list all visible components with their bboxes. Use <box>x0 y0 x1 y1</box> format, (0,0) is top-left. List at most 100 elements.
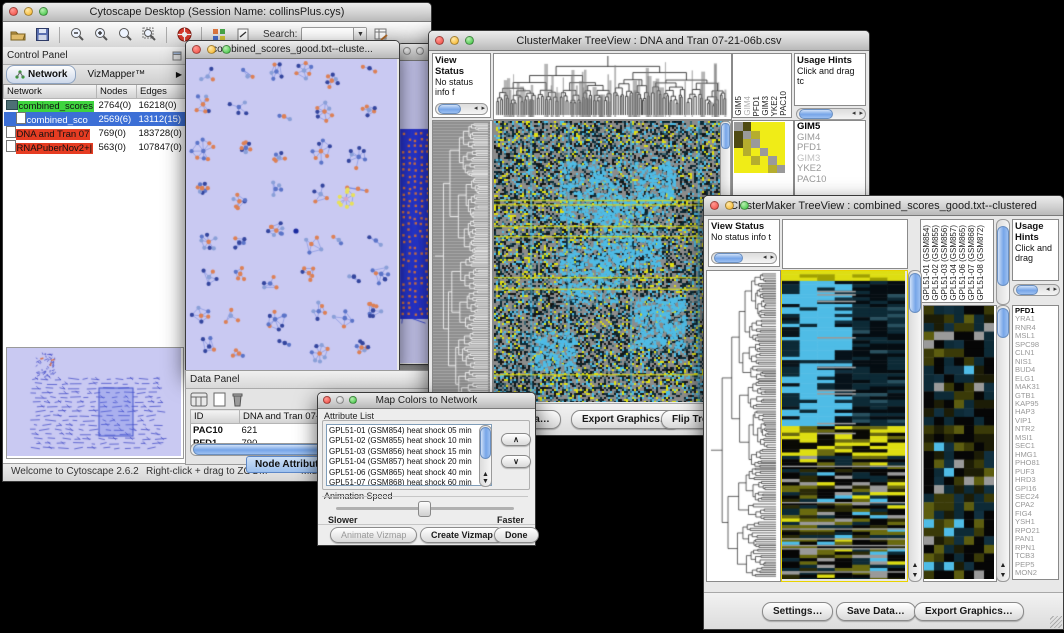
zoom-button[interactable] <box>740 201 749 210</box>
gene-label[interactable]: GIM5 <box>797 122 863 133</box>
network-row[interactable]: DNA and Tran 07769(0)183728(0) <box>4 126 186 140</box>
attribute-item[interactable]: GPL51-02 (GSM855) heat shock 10 min <box>329 436 489 446</box>
matrix-cell <box>777 122 786 131</box>
create-vizmap-button[interactable]: Create Vizmap <box>420 527 504 543</box>
animation-speed-slider-thumb[interactable] <box>418 501 431 517</box>
minimize-button[interactable] <box>416 47 424 55</box>
new-attribute-icon[interactable] <box>213 392 226 407</box>
zoom-button[interactable] <box>349 396 357 404</box>
close-button[interactable] <box>192 45 201 54</box>
zoom-button[interactable] <box>39 7 48 16</box>
minimize-button[interactable] <box>725 201 734 210</box>
animate-vizmap-button[interactable]: Animate Vizmap <box>330 527 417 543</box>
main-titlebar[interactable]: Cytoscape Desktop (Session Name: collins… <box>3 3 431 22</box>
export-graphics-button[interactable]: Export Graphics… <box>914 602 1024 621</box>
network-view-window: combined_scores_good.txt--cluste... <box>185 40 400 372</box>
matrix-cell <box>751 122 760 131</box>
zoom-in-icon[interactable] <box>91 26 111 44</box>
column-label: GPL51-04 (GSM857) <box>949 225 958 301</box>
matrix-cell <box>751 139 760 148</box>
network-name: combined_scores <box>18 101 94 112</box>
network-overview-panel[interactable] <box>6 347 184 459</box>
minimize-button[interactable] <box>336 396 344 404</box>
move-up-button[interactable]: ∧ <box>501 433 531 446</box>
matrix-cell <box>768 139 777 148</box>
gene-label[interactable]: MON2 <box>1015 569 1056 577</box>
heatmap-main[interactable] <box>493 120 732 405</box>
map-colors-dialog: Map Colors to Network Attribute List GPL… <box>317 392 536 546</box>
save-icon[interactable] <box>32 26 52 44</box>
network-row[interactable]: combined_sco2569(6)13112(15) <box>4 112 186 126</box>
float-panel-icon[interactable] <box>172 51 182 61</box>
select-attributes-icon[interactable] <box>190 392 208 407</box>
gene-label[interactable]: YKE2 <box>797 164 863 175</box>
gene-list[interactable]: PFD1YRA1RNR4MSL1SPC98CLN1NIS1BUD4ELG1MAK… <box>1012 305 1059 580</box>
heatmap-vscrollbar[interactable]: ▲▼ <box>908 270 922 582</box>
desktop: Cytoscape Desktop (Session Name: collins… <box>0 0 1064 633</box>
network-column-header[interactable]: Edges <box>136 85 185 99</box>
minimize-button[interactable] <box>450 36 459 45</box>
usage-hints-scrollbar[interactable]: ◂ ▸ <box>796 108 866 120</box>
zoom-out-icon[interactable] <box>67 26 87 44</box>
save-data-button[interactable]: Save Data… <box>836 602 916 621</box>
heatmap-main[interactable] <box>781 270 908 582</box>
network-row[interactable]: RNAPuberNov2+|563(0)107847(0) <box>4 140 186 154</box>
zoom-selected-icon[interactable] <box>139 26 159 44</box>
network-tab-icon <box>15 70 25 79</box>
correlation-matrix[interactable] <box>734 122 785 173</box>
zoom-vscrollbar[interactable]: ▲▼ <box>996 305 1010 582</box>
view-status-title: View Status <box>711 221 764 232</box>
treeview-combined-buttonbar: Settings… Save Data… Export Graphics… <box>704 592 1063 629</box>
attribute-list-scrollbar[interactable]: ▲▼ <box>479 425 492 487</box>
heatmap-zoom[interactable] <box>923 305 997 582</box>
close-button[interactable] <box>323 396 331 404</box>
attribute-item[interactable]: GPL51-01 (GSM854) heat shock 05 min <box>329 426 489 436</box>
zoom-button[interactable] <box>222 45 231 54</box>
attribute-list[interactable]: GPL51-01 (GSM854) heat shock 05 minGPL51… <box>326 424 492 486</box>
view-status-panel: View Status No status info f ◂ ▸ <box>432 53 491 118</box>
column-label: GPL51-03 (GSM856) <box>940 225 949 301</box>
column-dendrogram[interactable] <box>782 219 908 269</box>
column-label: GPL51-08 (GSM872) <box>976 225 985 301</box>
network-column-header[interactable]: Network <box>4 85 97 99</box>
close-button[interactable] <box>9 7 18 16</box>
zoom-button[interactable] <box>465 36 474 45</box>
done-button[interactable]: Done <box>494 527 539 543</box>
attribute-item[interactable]: GPL51-06 (GSM865) heat shock 40 min <box>329 468 489 478</box>
attribute-item[interactable]: GPL51-03 (GSM856) heat shock 15 min <box>329 447 489 457</box>
matrix-cell <box>743 165 752 174</box>
header-vscrollbar[interactable] <box>996 219 1010 305</box>
close-button[interactable] <box>710 201 719 210</box>
matrix-cell <box>743 122 752 131</box>
close-button[interactable] <box>435 36 444 45</box>
tabs-more-button[interactable]: ▶ <box>176 70 182 79</box>
tab-network[interactable]: Network <box>6 65 76 84</box>
minimize-button[interactable] <box>207 45 216 54</box>
network-row[interactable]: combined_scores2764(0)16218(0) <box>4 99 186 113</box>
tab-vizmapper[interactable]: VizMapper™ <box>79 66 153 83</box>
row-dendrogram[interactable] <box>432 120 493 405</box>
attribute-item[interactable]: GPL51-07 (GSM868) heat shock 60 min <box>329 478 489 486</box>
column-dendrogram[interactable] <box>493 53 732 120</box>
view-status-scrollbar[interactable]: ◂ ▸ <box>711 252 777 264</box>
attribute-item[interactable]: GPL51-04 (GSM857) heat shock 20 min <box>329 457 489 467</box>
open-file-icon[interactable] <box>8 26 28 44</box>
delete-attribute-icon[interactable] <box>231 392 244 407</box>
control-panel-tabs: Network VizMapper™ ▶ <box>3 65 186 85</box>
network-canvas[interactable] <box>186 59 397 370</box>
settings-button[interactable]: Settings… <box>762 602 833 621</box>
network-column-header[interactable]: Nodes <box>96 85 136 99</box>
resize-grip[interactable] <box>1050 616 1062 628</box>
attribute-column-header[interactable]: ID <box>191 410 240 424</box>
tab-network-label: Network <box>28 69 67 80</box>
row-dendrogram[interactable] <box>706 270 781 582</box>
usage-hints-scrollbar[interactable]: ◂ ▸ <box>1013 284 1060 296</box>
move-down-button[interactable]: ∨ <box>501 455 531 468</box>
close-button[interactable] <box>403 47 411 55</box>
matrix-cell <box>734 131 743 140</box>
gene-label[interactable]: PFD1 <box>797 143 863 154</box>
zoom-fit-icon[interactable] <box>115 26 135 44</box>
minimize-button[interactable] <box>24 7 33 16</box>
view-status-scrollbar[interactable]: ◂ ▸ <box>435 103 488 115</box>
gene-label[interactable]: PAC10 <box>797 175 863 186</box>
